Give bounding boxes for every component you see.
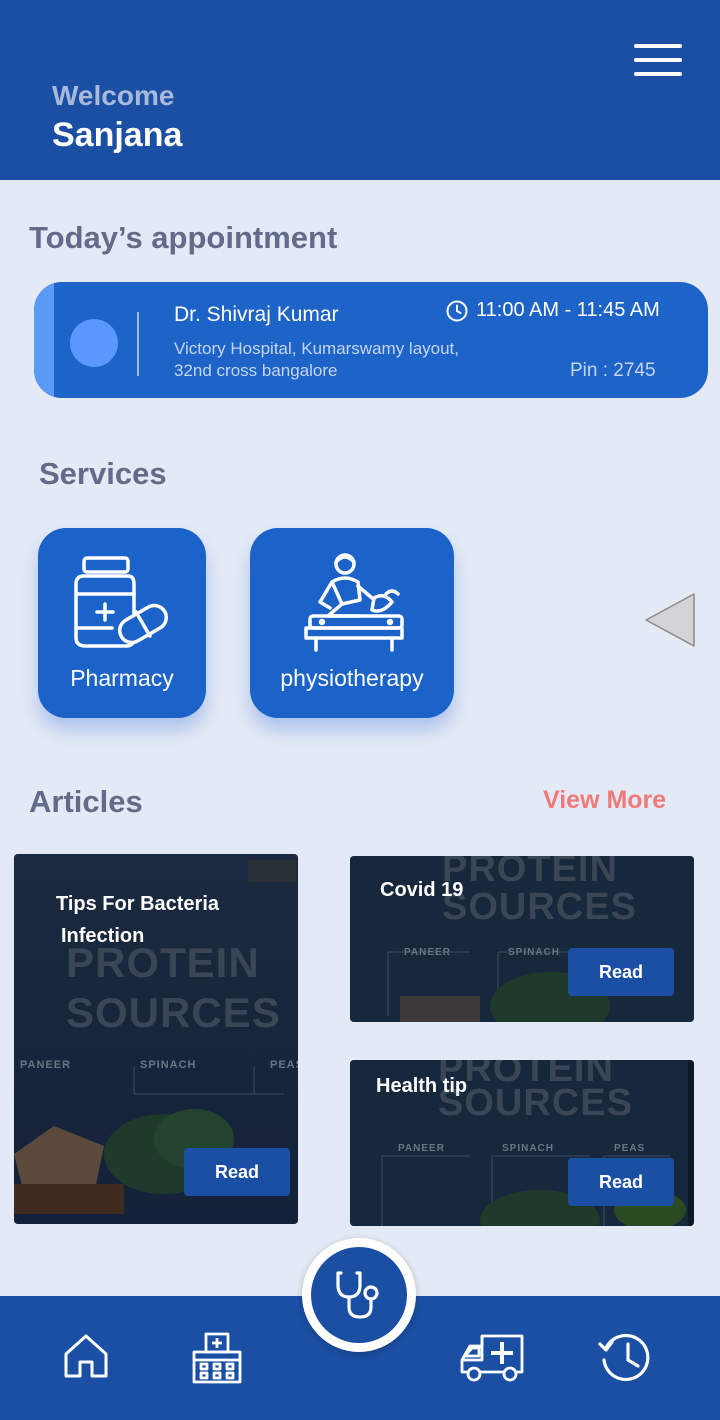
user-name: Sanjana <box>52 116 183 154</box>
article-title: Covid 19 <box>380 879 464 901</box>
read-button[interactable]: Read <box>568 1158 674 1206</box>
appointment-section-title: Today’s appointment <box>29 220 338 255</box>
image-text: SPINACH <box>140 1059 197 1071</box>
image-text: PEAS <box>614 1143 646 1154</box>
service-pharmacy[interactable]: Pharmacy <box>38 528 206 718</box>
stethoscope-icon <box>336 1271 379 1319</box>
physiotherapy-icon <box>304 553 404 652</box>
image-text: PROTEIN <box>442 856 618 890</box>
image-text: SPINACH <box>502 1143 555 1154</box>
image-text: PEAS <box>270 1059 298 1071</box>
ambulance-icon[interactable] <box>460 1332 526 1382</box>
address-line-2: 32nd cross bangalore <box>174 361 338 380</box>
article-card[interactable]: PROTEIN SOURCES PANEER SPINACH PEAS Heal… <box>350 1060 694 1226</box>
hospital-icon[interactable] <box>190 1332 244 1384</box>
stethoscope-button[interactable] <box>311 1247 407 1343</box>
image-text: SOURCES <box>442 886 637 928</box>
image-text: SPINACH <box>508 947 561 958</box>
image-text: PANEER <box>404 947 451 958</box>
divider <box>137 312 139 376</box>
read-button[interactable]: Read <box>184 1148 290 1196</box>
image-text: SOURCES <box>438 1082 633 1124</box>
appointment-pin: Pin : 2745 <box>570 360 656 381</box>
appointment-accent-strip <box>34 282 54 398</box>
article-card[interactable]: PROTEIN SOURCES PANEER SPINACH PEAS Tips… <box>14 854 298 1224</box>
app-header: Welcome Sanjana <box>0 0 720 180</box>
address-line-1: Victory Hospital, Kumarswamy layout, <box>174 339 460 358</box>
appointment-time-text: 11:00 AM - 11:45 AM <box>476 299 660 321</box>
service-physiotherapy[interactable]: physiotherapy <box>250 528 454 718</box>
scroll-left-arrow-icon[interactable] <box>644 592 696 648</box>
services-section-title: Services <box>39 456 167 491</box>
article-title-line-1: Tips For Bacteria <box>56 893 220 915</box>
welcome-label: Welcome <box>52 80 175 111</box>
article-title: Tips For Bacteria Infection <box>56 888 219 952</box>
home-icon[interactable] <box>62 1332 110 1380</box>
clock-icon <box>446 300 468 321</box>
articles-section-title: Articles <box>29 784 143 819</box>
menu-icon[interactable] <box>628 38 688 82</box>
article-card[interactable]: PROTEIN SOURCES PANEER SPINACH Covid 19 … <box>350 856 694 1022</box>
article-title-line-2: Infection <box>61 925 145 947</box>
image-text: SOURCES <box>66 989 281 1036</box>
image-text: PANEER <box>20 1059 72 1071</box>
history-icon[interactable] <box>596 1330 656 1386</box>
appointment-address: Victory Hospital, Kumarswamy layout, 32n… <box>174 338 514 382</box>
appointment-card[interactable]: Dr. Shivraj Kumar Victory Hospital, Kuma… <box>34 282 708 398</box>
service-label: Pharmacy <box>70 665 174 691</box>
doctor-name: Dr. Shivraj Kumar <box>174 303 339 326</box>
medicine-bottle-icon <box>74 556 169 648</box>
article-title: Health tip <box>376 1075 468 1097</box>
view-more-link[interactable]: View More <box>543 786 666 815</box>
appointment-time: 11:00 AM - 11:45 AM <box>446 299 660 322</box>
image-text: PANEER <box>398 1143 445 1154</box>
service-label: physiotherapy <box>280 665 424 691</box>
doctor-avatar <box>70 319 118 367</box>
read-button[interactable]: Read <box>568 948 674 996</box>
